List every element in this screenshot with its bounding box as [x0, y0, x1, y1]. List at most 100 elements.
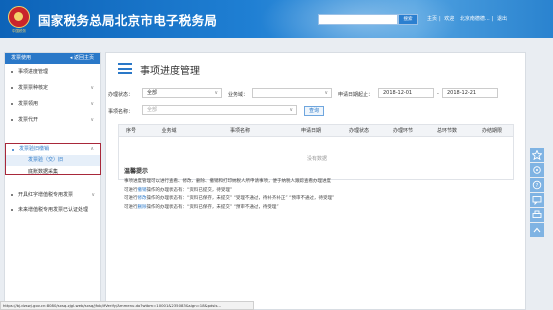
sidebar-item-red-invoice[interactable]: 开具红字增值税专用发票 ∨	[5, 187, 101, 203]
item-name-label: 事项名称：	[108, 109, 134, 115]
sidebar: 发票使用 ◂ 返回主页 事项进度管理 发票票种核定 ∨ 发票领用 ∨ 发票代开 …	[4, 52, 101, 310]
tips-title: 温馨提示	[124, 168, 149, 175]
back-home-label: 返回主页	[73, 55, 94, 61]
bullet-icon	[11, 119, 13, 121]
sidebar-item-label: 事项进度管理	[18, 69, 49, 75]
logout-link[interactable]: 退出	[497, 16, 507, 22]
chevron-down-icon: ∨	[91, 192, 95, 198]
message-icon[interactable]	[530, 193, 544, 207]
tip-highlight: 删除	[137, 204, 147, 210]
star-icon[interactable]	[530, 148, 544, 162]
floating-toolbar: ?	[530, 148, 544, 238]
chevron-down-icon: ∨	[90, 101, 94, 107]
date-to-input[interactable]: 2018-12-21	[442, 88, 498, 98]
col-status: 办理状态	[348, 128, 369, 134]
sidebar-item-unverified[interactable]: 未来增值税专用发票已认证处理	[5, 203, 101, 225]
date-range-label: 申请日期起止：	[338, 92, 374, 98]
table-header: 序号 业务域 事项名称 申请日期 办理状态 办理环节 总环节数 办结期限	[119, 125, 513, 137]
business-label: 业务域：	[228, 92, 249, 98]
tip-text: 可进行	[124, 187, 138, 193]
tax-emblem-logo	[8, 6, 30, 28]
col-total-steps: 总环节数	[436, 128, 457, 134]
back-home-link[interactable]: ◂ 返回主页	[70, 53, 94, 64]
sidebar-item-label: 发票代开	[18, 117, 39, 123]
col-step: 办理环节	[392, 128, 413, 134]
item-name-select[interactable]: 全部 ∨	[142, 105, 297, 115]
bullet-icon	[11, 71, 13, 73]
tip-highlight: 撤销	[137, 187, 147, 193]
sidebar-title: 发票使用	[11, 55, 32, 61]
tip-text: 事项进度管理可以进行查看、修改、删除、撤销和打印纳税人所申请事项，便于纳税人跟踪…	[124, 179, 331, 184]
status-select[interactable]: 全部 ∨	[142, 88, 222, 98]
tip-line: 可进行撤销操作的办理状态有：“资料已提交，待受理”	[124, 187, 504, 196]
svg-text:?: ?	[536, 183, 539, 189]
search-button[interactable]: 搜索	[398, 14, 418, 25]
progress-table: 序号 业务域 事项名称 申请日期 办理状态 办理环节 总环节数 办结期限 没有数…	[118, 124, 514, 180]
date-separator: -	[437, 91, 439, 97]
sidebar-item-label: 发票验旧缴销	[19, 146, 50, 152]
tip-text: 可进行	[124, 196, 138, 201]
status-value: 全部	[147, 90, 158, 96]
col-business: 业务域	[161, 128, 177, 134]
date-from-input[interactable]: 2018-12-01	[378, 88, 434, 98]
tip-line: 可进行删除操作的办理状态有：“资料已保存，未提交” “预审不通过，待受理”	[124, 204, 504, 213]
tip-text: 操作的办理状态有：“资料已保存，未提交” “预审不通过，待受理”	[146, 204, 279, 210]
sidebar-subitem-data-collect[interactable]: 底账数据采集	[6, 167, 100, 178]
sidebar-item-label: 开具红字增值税专用发票	[18, 192, 74, 198]
sidebar-item-label: 未来增值税专用发票已认证处理	[18, 207, 89, 213]
page-title: 事项进度管理	[140, 66, 200, 77]
bullet-icon	[12, 148, 14, 151]
sidebar-subitem-verify-old[interactable]: 发票验（交）旧	[6, 155, 100, 166]
col-item-name: 事项名称	[229, 128, 250, 134]
header: 中国税务 国家税务总局北京市电子税务局 搜索 主页 | 欢迎 北京南德德... | …	[0, 0, 553, 38]
col-index: 序号	[125, 128, 136, 134]
browser-status-url: https://bj.dzswj.gov.cn:8080/sxsq-zjgl-w…	[0, 301, 254, 310]
bullet-icon	[11, 103, 13, 105]
status-label: 办理状态：	[108, 92, 134, 98]
item-name-value: 全部	[147, 107, 158, 113]
sidebar-item-progress[interactable]: 事项进度管理	[5, 64, 100, 80]
bullet-icon	[11, 194, 13, 196]
bullet-icon	[11, 87, 13, 89]
chevron-down-icon: ∨	[90, 85, 94, 91]
sidebar-item-invoice-issue[interactable]: 发票代开 ∨	[5, 112, 100, 128]
tip-highlight: 修改	[137, 196, 147, 201]
logo-caption: 中国税务	[12, 29, 26, 33]
empty-message: 没有数据	[306, 156, 327, 162]
main-content: 事项进度管理 办理状态： 全部 ∨ 业务域： ∨ 申请日期起止： 2018-12…	[105, 52, 526, 310]
tip-line: 事项进度管理可以进行查看、修改、删除、撤销和打印纳税人所申请事项，便于纳税人跟踪…	[124, 178, 504, 187]
business-select[interactable]: ∨	[252, 88, 332, 98]
sidebar-group-verify: 发票验旧缴销 ∧ 发票验（交）旧 底账数据采集	[5, 143, 101, 175]
tip-text: 操作的办理状态有：“资料已保存，未提交” “受理不通过，待补齐补正” “预审不通…	[146, 196, 335, 201]
search-input[interactable]	[318, 14, 398, 25]
col-apply-date: 申请日期	[300, 128, 321, 134]
tip-text: 操作的办理状态有：“资料已提交，待受理”	[146, 187, 233, 193]
sidebar-item-label: 发票票种核定	[18, 85, 49, 91]
site-title: 国家税务总局北京市电子税务局	[38, 13, 218, 28]
tips-list: 事项进度管理可以进行查看、修改、删除、撤销和打印纳税人所申请事项，便于纳税人跟踪…	[124, 178, 504, 212]
welcome-text: 欢迎	[444, 16, 455, 22]
chevron-down-icon: ∨	[324, 90, 328, 96]
sidebar-item-verify[interactable]: 发票验旧缴销 ∧	[6, 144, 100, 155]
back-to-top-icon[interactable]	[530, 223, 544, 237]
chevron-down-icon: ∨	[90, 117, 94, 123]
refresh-icon[interactable]	[530, 163, 544, 177]
query-button[interactable]: 查询	[304, 106, 324, 116]
home-link[interactable]: 主页	[427, 16, 437, 22]
chevron-up-icon: ∧	[90, 146, 94, 152]
sidebar-item-label: 发票领用	[18, 101, 39, 107]
tip-line: 可进行修改操作的办理状态有：“资料已保存，未提交” “受理不通过，待补齐补正” …	[124, 195, 504, 204]
chevron-down-icon: ∨	[214, 90, 218, 96]
chevron-down-icon: ∨	[289, 107, 293, 113]
bullet-icon	[11, 209, 13, 211]
sidebar-item-invoice-receive[interactable]: 发票领用 ∨	[5, 96, 100, 112]
tip-text: 可进行	[124, 204, 138, 210]
print-icon[interactable]	[530, 208, 544, 222]
top-links: 主页 | 欢迎 北京南德德... | 退出	[427, 16, 507, 22]
sidebar-item-invoice-type[interactable]: 发票票种核定 ∨	[5, 80, 100, 96]
user-name-link[interactable]: 北京南德德...	[460, 16, 490, 22]
col-deadline: 办结期限	[481, 128, 502, 134]
list-icon	[118, 63, 132, 74]
sidebar-header: 发票使用 ◂ 返回主页	[5, 53, 100, 64]
help-icon[interactable]: ?	[530, 178, 544, 192]
